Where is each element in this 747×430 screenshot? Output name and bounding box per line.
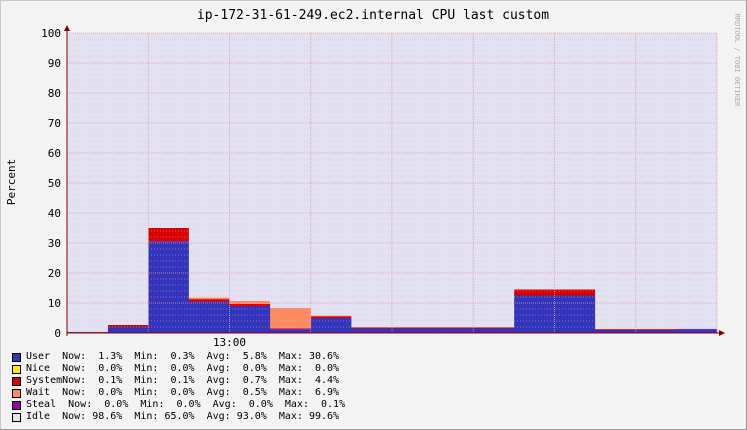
y-tick-label: 40 [48,207,61,220]
y-axis-arrow [64,25,70,31]
legend-entry: Steal Now: 0.0% Min: 0.0% Avg: 0.0% Max:… [12,399,345,411]
area-system-segment [513,289,555,296]
area-user-segment [432,328,474,333]
area-system-segment [148,228,190,242]
legend-text: SystemNow: 0.1% Min: 0.1% Avg: 0.7% Max:… [26,375,340,386]
legend-swatch [12,364,21,374]
area-user-segment [107,327,149,333]
area-user-segment [473,328,515,333]
legend-swatch [12,376,21,386]
area-system-segment [188,299,230,302]
area-user-segment [554,295,596,333]
legend-text: Nice Now: 0.0% Min: 0.0% Avg: 0.0% Max: … [26,363,340,374]
area-idle-segment [513,33,555,290]
y-tick-label: 50 [48,177,61,190]
rrdtool-watermark: RRDTOOL / TOBI OETIKER [733,14,741,108]
legend-entry: User Now: 1.3% Min: 0.3% Avg: 5.8% Max: … [12,351,345,363]
legend-entry: Wait Now: 0.0% Min: 0.0% Avg: 0.5% Max: … [12,387,345,399]
area-system-segment [595,329,637,330]
area-system-segment [310,316,352,318]
area-wait-segment [270,307,312,329]
area-wait-segment [229,300,271,304]
chart-title: ip-172-31-61-249.ec2.internal CPU last c… [197,8,549,23]
area-user-segment [392,328,433,333]
y-tick-label: 30 [48,237,61,250]
y-tick-label: 70 [48,117,61,130]
area-system-segment [554,289,596,296]
area-idle-segment [676,33,718,329]
area-user-segment [229,306,271,333]
y-tick-label: 60 [48,147,61,160]
legend-text: Wait Now: 0.0% Min: 0.0% Avg: 0.5% Max: … [26,387,340,398]
area-user-segment [270,329,312,333]
legend-entry: Nice Now: 0.0% Min: 0.0% Avg: 0.0% Max: … [12,363,345,375]
area-idle-segment [554,33,596,290]
y-tick-label: 80 [48,87,61,100]
y-tick-label: 0 [54,327,61,340]
legend-swatch [12,388,21,398]
area-idle-segment [473,33,515,328]
area-idle-segment [67,33,108,332]
area-system-segment [432,327,474,329]
x-axis-arrow [719,330,725,336]
x-tick-label: 13:00 [213,336,246,349]
area-user-segment [676,329,718,333]
area-system-segment [229,303,271,306]
area-idle-segment [188,33,230,298]
area-idle-segment [392,33,433,328]
area-idle-segment [148,33,190,228]
area-system-segment [351,327,393,329]
y-tick-label: 20 [48,267,61,280]
y-tick-label: 100 [41,27,61,40]
area-idle-segment [270,33,312,308]
y-tick-label: 90 [48,57,61,70]
legend-swatch [12,400,21,410]
y-tick-label: 10 [48,297,61,310]
area-idle-segment [595,33,637,330]
area-user-segment [351,328,393,333]
area-user-segment [513,295,555,333]
area-wait-segment [188,297,230,300]
area-system-segment [473,327,515,329]
legend-swatch [12,412,21,422]
area-system-segment [107,324,149,327]
area-idle-segment [635,33,677,330]
legend-text: User Now: 1.3% Min: 0.3% Avg: 5.8% Max: … [26,351,340,362]
y-axis-label: Percent [5,159,18,205]
legend-entry: Idle Now: 98.6% Min: 65.0% Avg: 93.0% Ma… [12,411,345,423]
area-wait-segment [310,315,352,317]
legend: User Now: 1.3% Min: 0.3% Avg: 5.8% Max: … [12,351,345,423]
legend-text: Idle Now: 98.6% Min: 65.0% Avg: 93.0% Ma… [26,411,340,422]
legend-text: Steal Now: 0.0% Min: 0.0% Avg: 0.0% Max:… [26,399,346,410]
area-system-segment [270,328,312,330]
area-system-segment [635,329,677,330]
area-user-segment [188,301,230,333]
area-idle-segment [229,33,271,301]
legend-swatch [12,352,21,362]
area-idle-segment [432,33,474,328]
legend-entry: SystemNow: 0.1% Min: 0.1% Avg: 0.7% Max:… [12,375,345,387]
area-idle-segment [107,33,149,325]
area-user-segment [310,318,352,333]
area-idle-segment [351,33,393,328]
area-system-segment [392,327,433,329]
cpu-stacked-area-chart: ip-172-31-61-249.ec2.internal CPU last c… [5,8,741,349]
